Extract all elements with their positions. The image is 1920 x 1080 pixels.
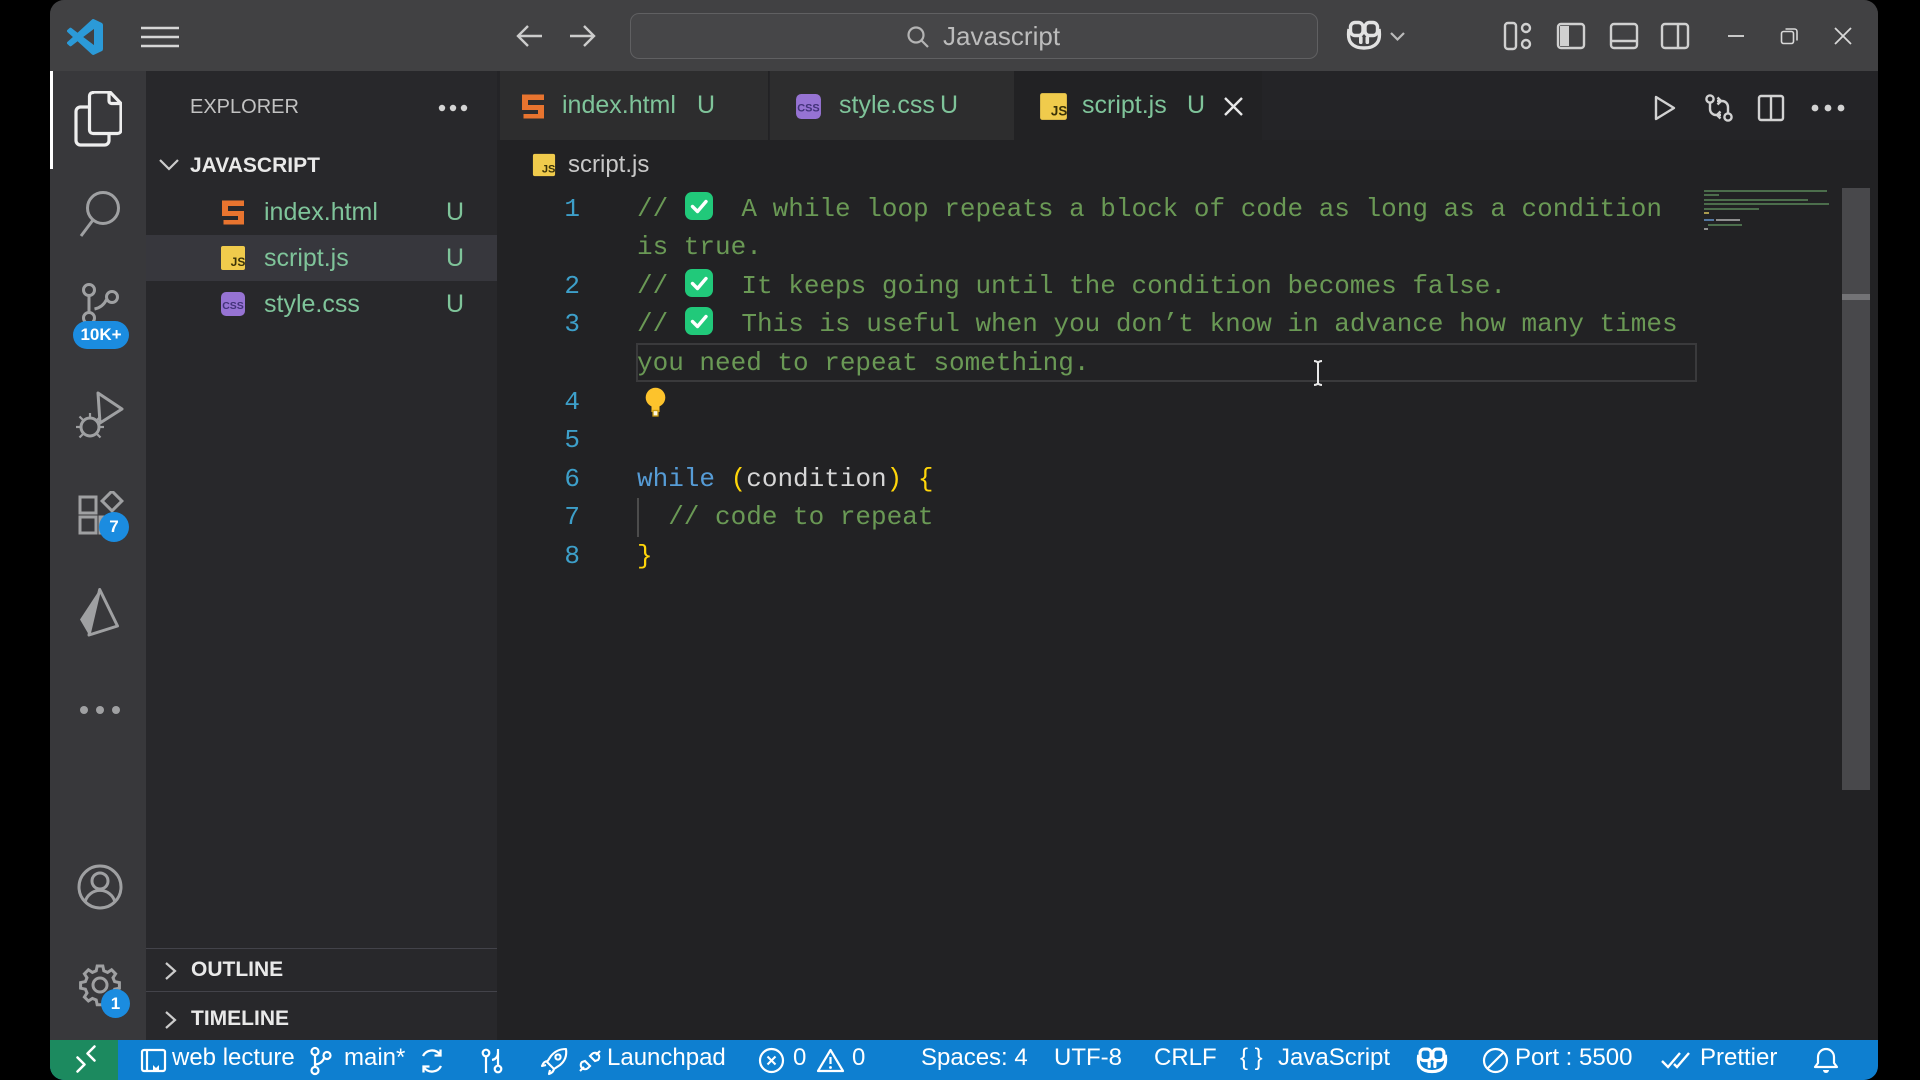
svg-text:JS: JS — [231, 255, 246, 269]
svg-text:CSS: CSS — [222, 300, 244, 312]
svg-text:CSS: CSS — [797, 103, 819, 115]
svg-text:JS: JS — [542, 163, 556, 175]
svg-text:JS: JS — [1051, 103, 1067, 118]
